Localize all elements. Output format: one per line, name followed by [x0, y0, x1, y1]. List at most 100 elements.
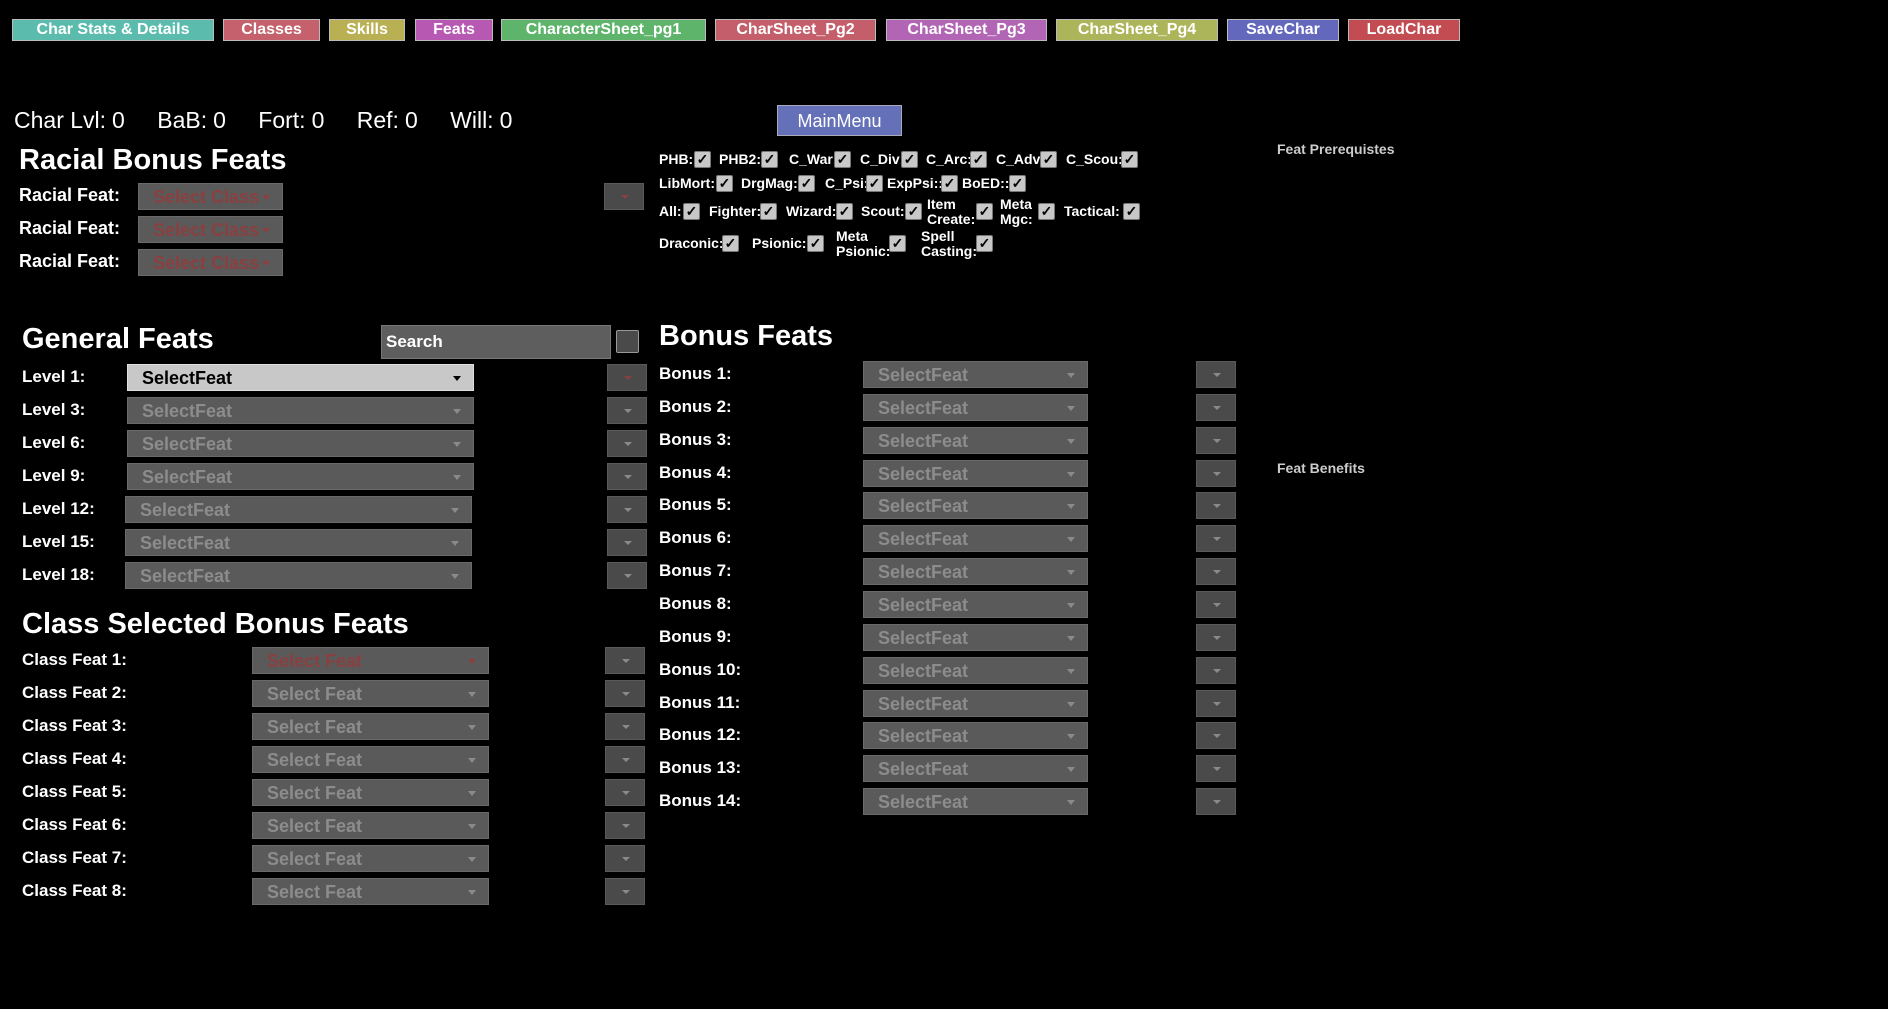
- filter-checkbox[interactable]: ✓: [722, 235, 739, 252]
- filter-checkbox[interactable]: ✓: [807, 235, 824, 252]
- filter-checkbox[interactable]: ✓: [716, 175, 733, 192]
- class-feat-select[interactable]: Select Feat: [252, 845, 489, 872]
- bonus-feat-select[interactable]: SelectFeat: [863, 525, 1088, 553]
- class-feat-extra-dropdown[interactable]: [605, 647, 645, 674]
- filter-checkbox[interactable]: ✓: [760, 203, 777, 220]
- bonus-feat-extra-dropdown[interactable]: [1196, 623, 1236, 651]
- main-menu-button[interactable]: MainMenu: [777, 105, 902, 136]
- general-feat-select[interactable]: SelectFeat: [127, 430, 474, 457]
- bonus-feat-extra-dropdown[interactable]: [1196, 361, 1236, 388]
- filter-checkbox[interactable]: ✓: [761, 151, 778, 168]
- class-feat-extra-dropdown[interactable]: [605, 746, 645, 773]
- bonus-feat-select[interactable]: SelectFeat: [863, 656, 1088, 684]
- bonus-feat-extra-dropdown[interactable]: [1196, 755, 1236, 783]
- filter-checkbox[interactable]: ✓: [976, 203, 993, 220]
- class-feat-extra-dropdown[interactable]: [605, 845, 645, 872]
- class-feat-extra-dropdown[interactable]: [605, 779, 645, 806]
- filter-checkbox[interactable]: ✓: [866, 175, 883, 192]
- general-feat-select[interactable]: SelectFeat: [127, 463, 474, 490]
- racial-feat-select[interactable]: Select Class: [138, 249, 283, 276]
- bonus-feat-extra-dropdown[interactable]: [1196, 788, 1236, 816]
- tab-char-stats[interactable]: Char Stats & Details: [12, 19, 214, 41]
- class-feat-extra-dropdown[interactable]: [605, 680, 645, 707]
- racial-feat-select[interactable]: Select Class: [138, 216, 283, 243]
- bonus-feat-select[interactable]: SelectFeat: [863, 459, 1088, 487]
- tab-charactersheet-pg1[interactable]: CharacterSheet_pg1: [501, 19, 706, 41]
- bonus-feat-select[interactable]: SelectFeat: [863, 722, 1088, 750]
- general-feat-select[interactable]: SelectFeat: [125, 496, 472, 523]
- tab-charsheet-pg3[interactable]: CharSheet_Pg3: [886, 19, 1047, 41]
- filter-checkbox[interactable]: ✓: [1038, 203, 1055, 220]
- general-feat-extra-dropdown[interactable]: [607, 529, 647, 556]
- general-feat-select[interactable]: SelectFeat: [125, 562, 472, 589]
- tab-classes[interactable]: Classes: [223, 19, 320, 41]
- tab-charsheet-pg4[interactable]: CharSheet_Pg4: [1056, 19, 1218, 41]
- bonus-feat-select[interactable]: SelectFeat: [863, 590, 1088, 618]
- racial-feat-select[interactable]: Select Class: [138, 183, 283, 210]
- bonus-feat-select[interactable]: SelectFeat: [863, 492, 1088, 520]
- bonus-feat-extra-dropdown[interactable]: [1196, 459, 1236, 487]
- general-feat-value: SelectFeat: [142, 368, 233, 388]
- bonus-feat-select[interactable]: SelectFeat: [863, 755, 1088, 783]
- filter-checkbox[interactable]: ✓: [1040, 151, 1057, 168]
- general-feat-extra-dropdown[interactable]: [607, 430, 647, 457]
- class-feat-select[interactable]: Select Feat: [252, 647, 489, 674]
- filter-checkbox[interactable]: ✓: [941, 175, 958, 192]
- class-feat-select[interactable]: Select Feat: [252, 746, 489, 773]
- bonus-feat-select[interactable]: SelectFeat: [863, 558, 1088, 586]
- chevron-down-icon: [1067, 471, 1075, 477]
- class-feat-extra-dropdown[interactable]: [605, 878, 645, 905]
- bonus-feat-select[interactable]: SelectFeat: [863, 393, 1088, 421]
- general-feat-extra-dropdown[interactable]: [607, 463, 647, 490]
- filter-checkbox[interactable]: ✓: [694, 151, 711, 168]
- class-feat-select[interactable]: Select Feat: [252, 878, 489, 905]
- bonus-feat-select[interactable]: SelectFeat: [863, 426, 1088, 454]
- filter-checkbox[interactable]: ✓: [1009, 175, 1026, 192]
- tab-skills[interactable]: Skills: [329, 19, 405, 41]
- filter-checkbox[interactable]: ✓: [798, 175, 815, 192]
- general-feat-extra-dropdown[interactable]: [607, 562, 647, 589]
- filter-checkbox[interactable]: ✓: [970, 151, 987, 168]
- filter-checkbox[interactable]: ✓: [683, 203, 700, 220]
- tab-charsheet-pg2[interactable]: CharSheet_Pg2: [715, 19, 876, 41]
- general-feat-select[interactable]: SelectFeat: [125, 529, 472, 556]
- filter-checkbox[interactable]: ✓: [905, 203, 922, 220]
- tab-feats[interactable]: Feats: [415, 19, 493, 41]
- bonus-feat-extra-dropdown[interactable]: [1196, 590, 1236, 618]
- class-feat-select[interactable]: Select Feat: [252, 812, 489, 839]
- class-feat-extra-dropdown[interactable]: [605, 812, 645, 839]
- bonus-feat-extra-dropdown[interactable]: [1196, 492, 1236, 520]
- search-toggle[interactable]: [616, 330, 639, 353]
- load-char-button[interactable]: LoadChar: [1348, 19, 1460, 41]
- class-feat-select[interactable]: Select Feat: [252, 713, 489, 740]
- bonus-feat-extra-dropdown[interactable]: [1196, 722, 1236, 750]
- filter-checkbox[interactable]: ✓: [1121, 151, 1138, 168]
- bonus-feat-select[interactable]: SelectFeat: [863, 361, 1088, 388]
- class-feat-extra-dropdown[interactable]: [605, 713, 645, 740]
- filter-checkbox[interactable]: ✓: [834, 151, 851, 168]
- general-feat-extra-dropdown[interactable]: [607, 397, 647, 424]
- general-feat-extra-dropdown[interactable]: [607, 496, 647, 523]
- bonus-feat-extra-dropdown[interactable]: [1196, 525, 1236, 553]
- filter-checkbox[interactable]: ✓: [836, 203, 853, 220]
- bonus-feat-select[interactable]: SelectFeat: [863, 788, 1088, 816]
- class-feat-select[interactable]: Select Feat: [252, 680, 489, 707]
- bonus-feat-extra-dropdown[interactable]: [1196, 426, 1236, 454]
- bonus-feat-select[interactable]: SelectFeat: [863, 623, 1088, 651]
- bonus-feat-select[interactable]: SelectFeat: [863, 689, 1088, 717]
- racial-feat-extra-dropdown[interactable]: [604, 183, 644, 210]
- filter-checkbox[interactable]: ✓: [889, 235, 906, 252]
- filter-checkbox[interactable]: ✓: [1123, 203, 1140, 220]
- search-input[interactable]: [381, 325, 611, 359]
- bonus-feat-extra-dropdown[interactable]: [1196, 558, 1236, 586]
- bonus-feat-extra-dropdown[interactable]: [1196, 393, 1236, 421]
- bonus-feat-extra-dropdown[interactable]: [1196, 689, 1236, 717]
- filter-checkbox[interactable]: ✓: [976, 235, 993, 252]
- general-feat-extra-dropdown[interactable]: [607, 364, 647, 391]
- save-char-button[interactable]: SaveChar: [1227, 19, 1339, 41]
- bonus-feat-extra-dropdown[interactable]: [1196, 656, 1236, 684]
- filter-checkbox[interactable]: ✓: [901, 151, 918, 168]
- general-feat-select[interactable]: SelectFeat: [127, 397, 474, 424]
- class-feat-select[interactable]: Select Feat: [252, 779, 489, 806]
- general-feat-select[interactable]: SelectFeat: [127, 364, 474, 391]
